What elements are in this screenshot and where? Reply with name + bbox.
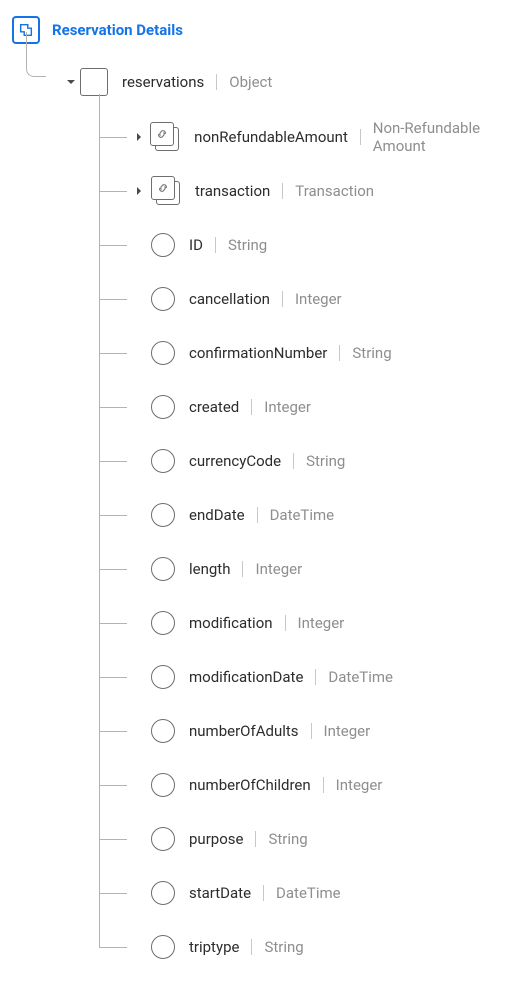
tree-node-startdate[interactable]: startDate DateTime	[99, 866, 519, 920]
node-type: Transaction	[295, 182, 374, 200]
node-type: Integer	[324, 722, 371, 740]
label-divider	[257, 507, 258, 523]
node-type: String	[228, 236, 267, 254]
tree-node-enddate[interactable]: endDate DateTime	[99, 488, 519, 542]
field-icon	[151, 827, 175, 851]
label-divider	[255, 831, 256, 847]
node-type: Integer	[298, 614, 345, 632]
chevron-right-icon[interactable]	[134, 132, 144, 142]
node-type: String	[306, 452, 345, 470]
node-type: Integer	[295, 290, 342, 308]
field-icon	[151, 719, 175, 743]
field-icon	[151, 395, 175, 419]
field-icon	[151, 287, 175, 311]
tree-node-id[interactable]: ID String	[99, 218, 519, 272]
tree-node-created[interactable]: created Integer	[99, 380, 519, 434]
label-divider	[215, 237, 216, 253]
node-name: modificationDate	[189, 668, 303, 686]
label-divider	[285, 615, 286, 631]
node-type: String	[268, 830, 307, 848]
node-type: String	[352, 344, 391, 362]
object-icon	[80, 68, 108, 96]
node-name: created	[189, 398, 239, 416]
node-name: confirmationNumber	[189, 344, 327, 362]
chevron-right-icon[interactable]	[134, 186, 144, 196]
tree-node-modificationdate[interactable]: modificationDate DateTime	[99, 650, 519, 704]
field-icon	[151, 881, 175, 905]
label-divider	[242, 561, 243, 577]
node-type: Integer	[264, 398, 311, 416]
node-name: currencyCode	[189, 452, 281, 470]
node-name: numberOfChildren	[189, 776, 311, 794]
node-type: DateTime	[276, 884, 341, 902]
node-type: Object	[229, 73, 272, 91]
label-divider	[251, 399, 252, 415]
tree-node-purpose[interactable]: purpose String	[99, 812, 519, 866]
label-divider	[323, 777, 324, 793]
label-divider	[263, 885, 264, 901]
label-divider	[216, 74, 217, 90]
node-name: modification	[189, 614, 273, 632]
node-name: purpose	[189, 830, 243, 848]
schema-title: Reservation Details	[52, 21, 183, 39]
tree-node-triptype[interactable]: triptype String	[99, 920, 519, 974]
link-object-icon	[150, 122, 180, 152]
tree-node-transaction[interactable]: transaction Transaction	[99, 164, 519, 218]
field-icon	[151, 449, 175, 473]
link-object-icon	[151, 176, 181, 206]
node-name: length	[189, 560, 230, 578]
node-type: Non-Refundable Amount	[373, 119, 519, 155]
node-name: ID	[189, 236, 203, 254]
tree-node-nonrefundableamount[interactable]: nonRefundableAmount Non-Refundable Amount	[99, 110, 519, 164]
field-icon	[151, 233, 175, 257]
label-divider	[315, 669, 316, 685]
node-type: Integer	[255, 560, 302, 578]
label-divider	[251, 939, 252, 955]
field-icon	[151, 503, 175, 527]
field-icon	[151, 341, 175, 365]
label-divider	[282, 183, 283, 199]
chevron-down-icon[interactable]	[66, 77, 76, 87]
schema-root-row: Reservation Details	[12, 16, 519, 44]
node-type: DateTime	[270, 506, 335, 524]
label-divider	[360, 129, 361, 145]
field-icon	[151, 665, 175, 689]
node-name: cancellation	[189, 290, 270, 308]
label-divider	[339, 345, 340, 361]
label-divider	[311, 723, 312, 739]
node-name: endDate	[189, 506, 245, 524]
node-name: reservations	[122, 73, 204, 91]
node-name: nonRefundableAmount	[194, 128, 348, 146]
tree-node-confirmationnumber[interactable]: confirmationNumber String	[99, 326, 519, 380]
tree-node-numberofchildren[interactable]: numberOfChildren Integer	[99, 758, 519, 812]
node-type: DateTime	[328, 668, 393, 686]
node-type: Integer	[336, 776, 383, 794]
node-name: numberOfAdults	[189, 722, 299, 740]
node-name: startDate	[189, 884, 251, 902]
tree-node-cancellation[interactable]: cancellation Integer	[99, 272, 519, 326]
label-divider	[282, 291, 283, 307]
tree-node-length[interactable]: length Integer	[99, 542, 519, 596]
field-icon	[151, 935, 175, 959]
tree-node-modification[interactable]: modification Integer	[99, 596, 519, 650]
node-type: String	[264, 938, 303, 956]
field-icon	[151, 773, 175, 797]
label-divider	[293, 453, 294, 469]
field-icon	[151, 611, 175, 635]
node-name: transaction	[195, 182, 270, 200]
node-name: triptype	[189, 938, 239, 956]
tree-node-numberofadults[interactable]: numberOfAdults Integer	[99, 704, 519, 758]
tree-node-currencycode[interactable]: currencyCode String	[99, 434, 519, 488]
field-icon	[151, 557, 175, 581]
